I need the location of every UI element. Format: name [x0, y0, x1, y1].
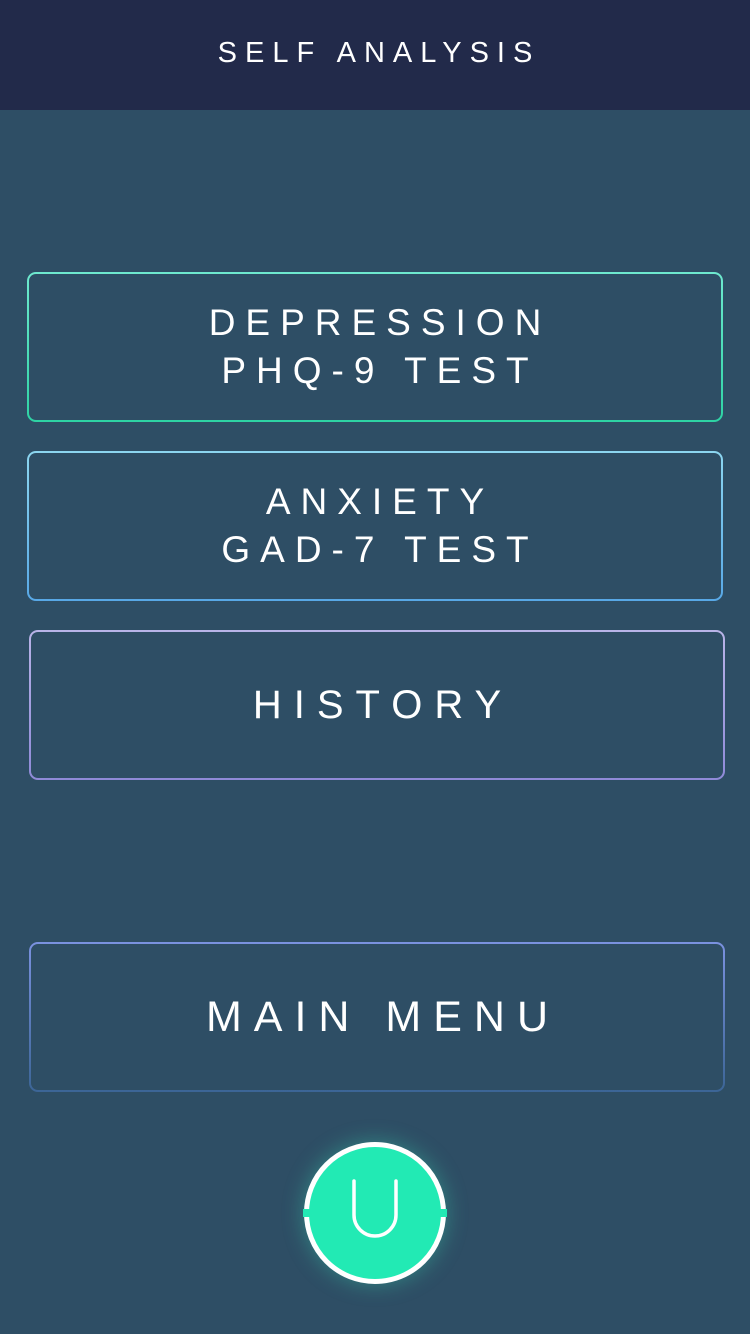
main-menu-button[interactable]: MAIN MENU	[29, 942, 725, 1092]
depression-phq9-test-button[interactable]: DEPRESSION PHQ-9 TEST	[27, 272, 723, 422]
home-button-ring-gap-left	[303, 1209, 311, 1217]
history-button-label: HISTORY	[252, 683, 514, 727]
page-title: SELF ANALYSIS	[217, 36, 541, 69]
anxiety-button-label: ANXIETY	[265, 481, 495, 522]
anxiety-button-sublabel: GAD-7 TEST	[221, 529, 539, 570]
home-button-ring-gap-right	[439, 1209, 447, 1217]
depression-button-sublabel: PHQ-9 TEST	[221, 350, 539, 391]
main-menu-button-label: MAIN MENU	[205, 993, 561, 1041]
top-bar: SELF ANALYSIS	[0, 0, 750, 110]
history-button[interactable]: HISTORY	[29, 630, 725, 780]
u-logo-icon	[352, 1179, 398, 1238]
depression-button-label: DEPRESSION	[208, 302, 552, 343]
anxiety-gad7-test-button[interactable]: ANXIETY GAD-7 TEST	[27, 451, 723, 601]
home-button[interactable]	[303, 1142, 447, 1284]
